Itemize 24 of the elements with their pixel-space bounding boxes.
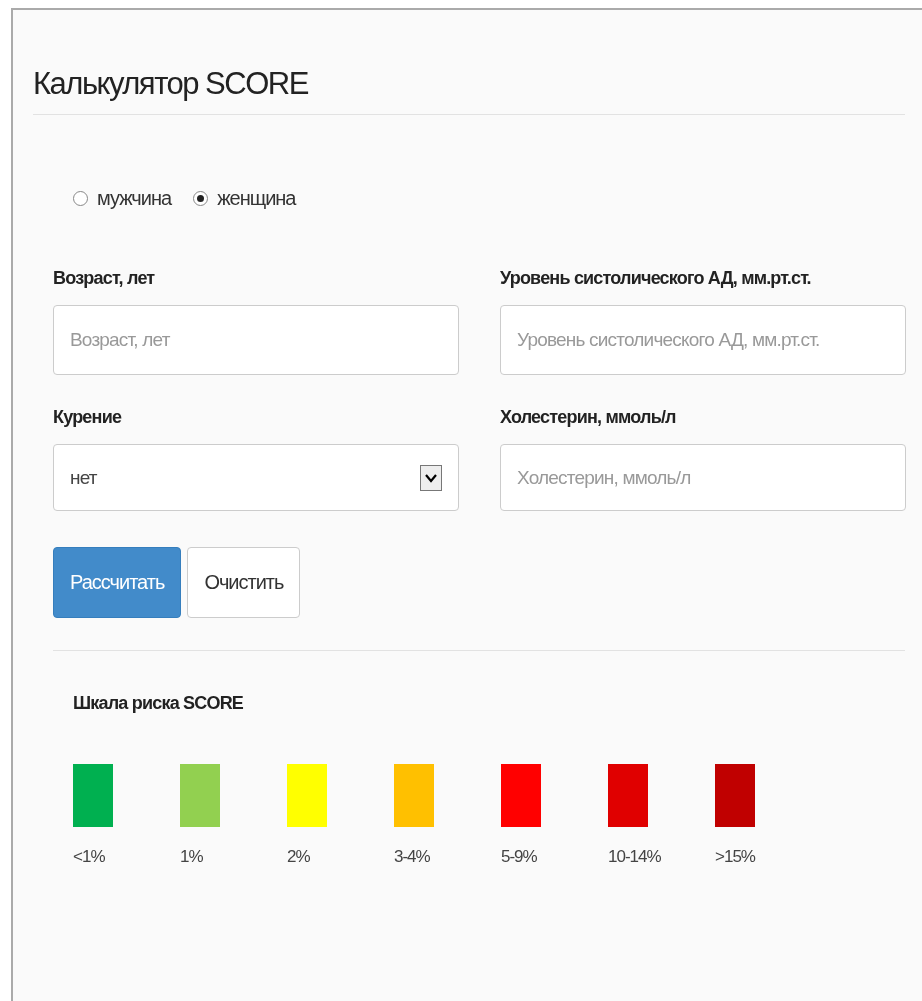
radio-button[interactable] [193,191,209,206]
input-field[interactable]: Уровень систолического АД, мм.рт.ст. [500,305,906,375]
radio-label[interactable]: женщина [217,187,296,210]
input-field[interactable]: Холестерин, ммоль/л [500,444,906,511]
risk-label: 2% [287,847,310,867]
field-label: Холестерин, ммоль/л [500,407,677,428]
caret-icon [420,464,442,491]
risk-label: >15% [715,847,755,867]
field-label: Возраст, лет [53,268,156,289]
scale-title: Шкала риска SCORE [73,693,245,714]
input-field[interactable]: Возраст, лет [53,305,459,375]
field-label: Уровень систолического АД, мм.рт.ст. [500,268,812,289]
radio-button[interactable] [73,191,88,206]
calculate-button[interactable]: Рассчитать [53,547,182,618]
risk-label: <1% [73,847,105,867]
risk-label: 3-4% [394,847,430,867]
radio-label[interactable]: мужчина [97,187,172,210]
page-title: Калькулятор SCORE [33,65,309,102]
field-label: Курение [53,407,123,428]
risk-label: 1% [180,847,203,867]
risk-label: 5-9% [501,847,537,867]
risk-label: 10-14% [608,847,661,867]
clear-button[interactable]: Очистить [187,547,301,618]
dropdown-field[interactable]: нет [53,444,459,511]
